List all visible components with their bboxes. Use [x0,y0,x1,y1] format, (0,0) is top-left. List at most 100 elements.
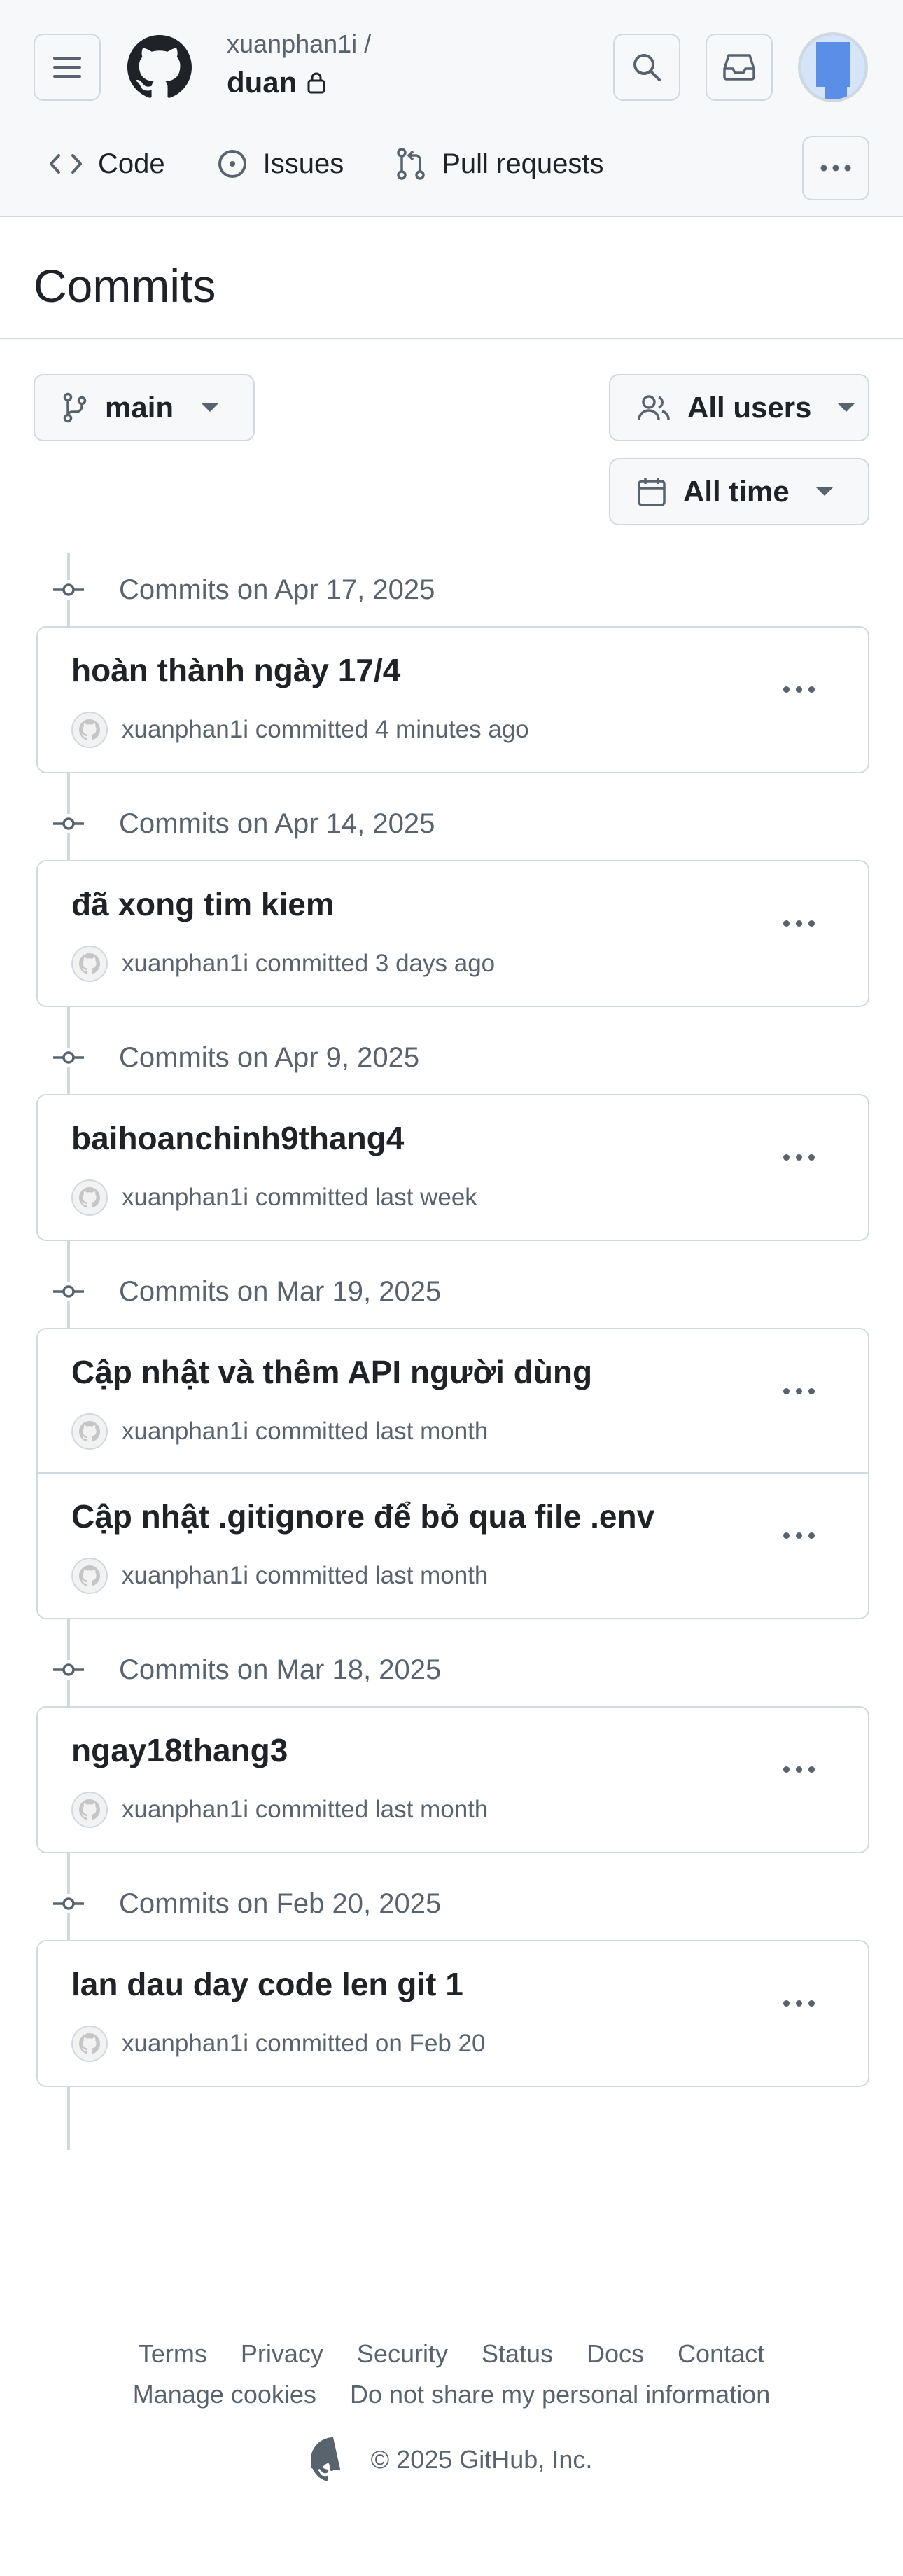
commit-group-date: Commits on Apr 17, 2025 [119,574,435,605]
hamburger-icon [53,57,81,78]
commit-meta: xuanphan1i committed last month [71,1792,488,1828]
tab-code-label: Code [98,148,165,179]
code-icon [50,154,82,174]
commit-actions-button[interactable] [783,1532,815,1539]
footer-link-security[interactable]: Security [357,2339,448,2369]
author-link[interactable]: xuanphan1i [122,2030,248,2057]
footer-links-secondary: Manage cookies Do not share my personal i… [0,2380,903,2409]
time-filter-button[interactable]: All time [609,458,869,525]
commit-actions-button[interactable] [783,686,815,693]
author-avatar[interactable] [71,946,108,982]
git-commit-icon [53,1282,84,1301]
user-avatar[interactable] [798,32,868,102]
commit-group-header: Commits on Mar 19, 2025 [34,1255,869,1328]
author-avatar[interactable] [71,1792,108,1828]
commit-meta: xuanphan1i committed 4 minutes ago [71,712,529,748]
app-header: xuanphan1i / duan Code Issues Pull reque… [0,0,903,217]
issue-opened-icon [218,150,246,178]
more-tabs-button[interactable] [802,136,869,200]
footer-link-contact[interactable]: Contact [678,2339,764,2369]
author-avatar[interactable] [71,1179,108,1216]
commit-group-header: Commits on Apr 9, 2025 [34,1021,869,1094]
git-commit-icon [53,1660,84,1680]
commit-list: ngay18thang3 xuanphan1i committed last mo… [36,1706,869,1853]
commit-actions-button[interactable] [783,1766,815,1773]
commit-message-link[interactable]: baihoanchinh9thang4 [71,1119,404,1157]
tab-code[interactable]: Code [49,148,165,180]
commit-meta: xuanphan1i committed on Feb 20 [71,2026,486,2062]
footer-link-manage-cookies[interactable]: Manage cookies [133,2380,316,2409]
author-link[interactable]: xuanphan1i [122,1796,248,1823]
commit-meta: xuanphan1i committed last month [71,1413,488,1450]
git-commit-icon [53,814,84,833]
commit-row: baihoanchinh9thang4 xuanphan1i committed … [38,1095,868,1240]
footer: Terms Privacy Security Status Docs Contact Ma… [0,2339,903,2482]
footer-links: Terms Privacy Security Status Docs Contact [0,2339,903,2369]
commit-row: ngay18thang3 xuanphan1i committed last mo… [38,1708,868,1852]
users-filter-button[interactable]: All users [609,374,869,441]
author-link[interactable]: xuanphan1i [122,950,248,977]
author-avatar[interactable] [71,1558,108,1594]
author-link[interactable]: xuanphan1i [122,1418,248,1445]
github-logo-icon [79,719,100,740]
github-logo-icon[interactable] [127,35,192,99]
github-logo-icon [310,2437,340,2481]
commit-message-link[interactable]: Cập nhật .gitignore để bỏ qua file .env [71,1497,654,1535]
commit-message-link[interactable]: đã xong tim kiem [71,885,335,923]
commit-group-date: Commits on Mar 18, 2025 [119,1654,442,1685]
commit-verb: committed [255,716,369,743]
inbox-button[interactable] [706,34,773,101]
commit-list: baihoanchinh9thang4 xuanphan1i committed … [36,1094,869,1241]
author-avatar[interactable] [71,712,108,748]
commit-message-link[interactable]: ngay18thang3 [71,1731,288,1769]
commit-time: last month [374,1418,489,1445]
commit-actions-button[interactable] [783,2000,815,2007]
footer-link-do-not-share-my-personal-information[interactable]: Do not share my personal information [350,2380,770,2409]
commit-list: đã xong tim kiem xuanphan1i committed 3 d… [36,860,869,1007]
commits-timeline: Commits on Apr 17, 2025 hoàn thành ngày 1… [34,553,869,2150]
commit-actions-button[interactable] [783,1154,815,1161]
tab-issues-label: Issues [262,148,344,179]
commit-message-link[interactable]: hoàn thành ngày 17/4 [71,651,400,689]
footer-link-privacy[interactable]: Privacy [241,2339,323,2369]
repo-name[interactable]: duan [227,66,326,99]
chevron-down-icon [202,403,219,412]
chevron-down-icon [816,487,833,496]
author-link[interactable]: xuanphan1i [122,1562,248,1589]
footer-link-docs[interactable]: Docs [587,2339,644,2369]
branch-selector-label: main [105,391,174,424]
branch-selector-button[interactable]: main [34,374,255,441]
repo-name-label: duan [227,66,298,99]
commit-group-header: Commits on Feb 20, 2025 [34,1867,869,1940]
git-branch-icon [63,392,87,423]
github-logo-icon [79,1565,100,1586]
author-link[interactable]: xuanphan1i [122,716,248,743]
commit-time: 4 minutes ago [374,716,529,743]
github-logo-icon [79,1187,100,1208]
commit-list: lan dau day code len git 1 xuanphan1i com… [36,1940,869,2087]
footer-link-status[interactable]: Status [482,2339,553,2369]
commit-actions-button[interactable] [783,920,815,927]
search-button[interactable] [613,34,680,101]
author-avatar[interactable] [71,2026,108,2062]
commit-row: hoàn thành ngày 17/4 xuanphan1i committed… [38,628,868,772]
author-link[interactable]: xuanphan1i [122,1184,248,1211]
footer-link-terms[interactable]: Terms [139,2339,207,2369]
kebab-horizontal-icon [783,1532,790,1539]
tab-issues[interactable]: Issues [217,148,344,180]
kebab-horizontal-icon [820,165,851,172]
copyright: © 2025 GitHub, Inc. [0,2437,903,2482]
menu-button[interactable] [34,34,101,101]
search-icon [634,54,661,81]
git-commit-icon [53,1894,84,1913]
commit-message-link[interactable]: Cập nhật và thêm API người dùng [71,1353,592,1391]
commit-group: Commits on Apr 17, 2025 hoàn thành ngày 1… [34,553,869,773]
commit-actions-button[interactable] [783,1388,815,1394]
tab-pull-requests[interactable]: Pull requests [396,147,603,181]
commit-meta: xuanphan1i committed last week [71,1179,477,1216]
author-avatar[interactable] [71,1413,108,1450]
commit-list: hoàn thành ngày 17/4 xuanphan1i committed… [36,626,869,773]
repo-owner-link[interactable]: xuanphan1i / [227,29,371,59]
commit-message-link[interactable]: lan dau day code len git 1 [71,1965,463,2003]
time-filter-label: All time [683,475,790,508]
